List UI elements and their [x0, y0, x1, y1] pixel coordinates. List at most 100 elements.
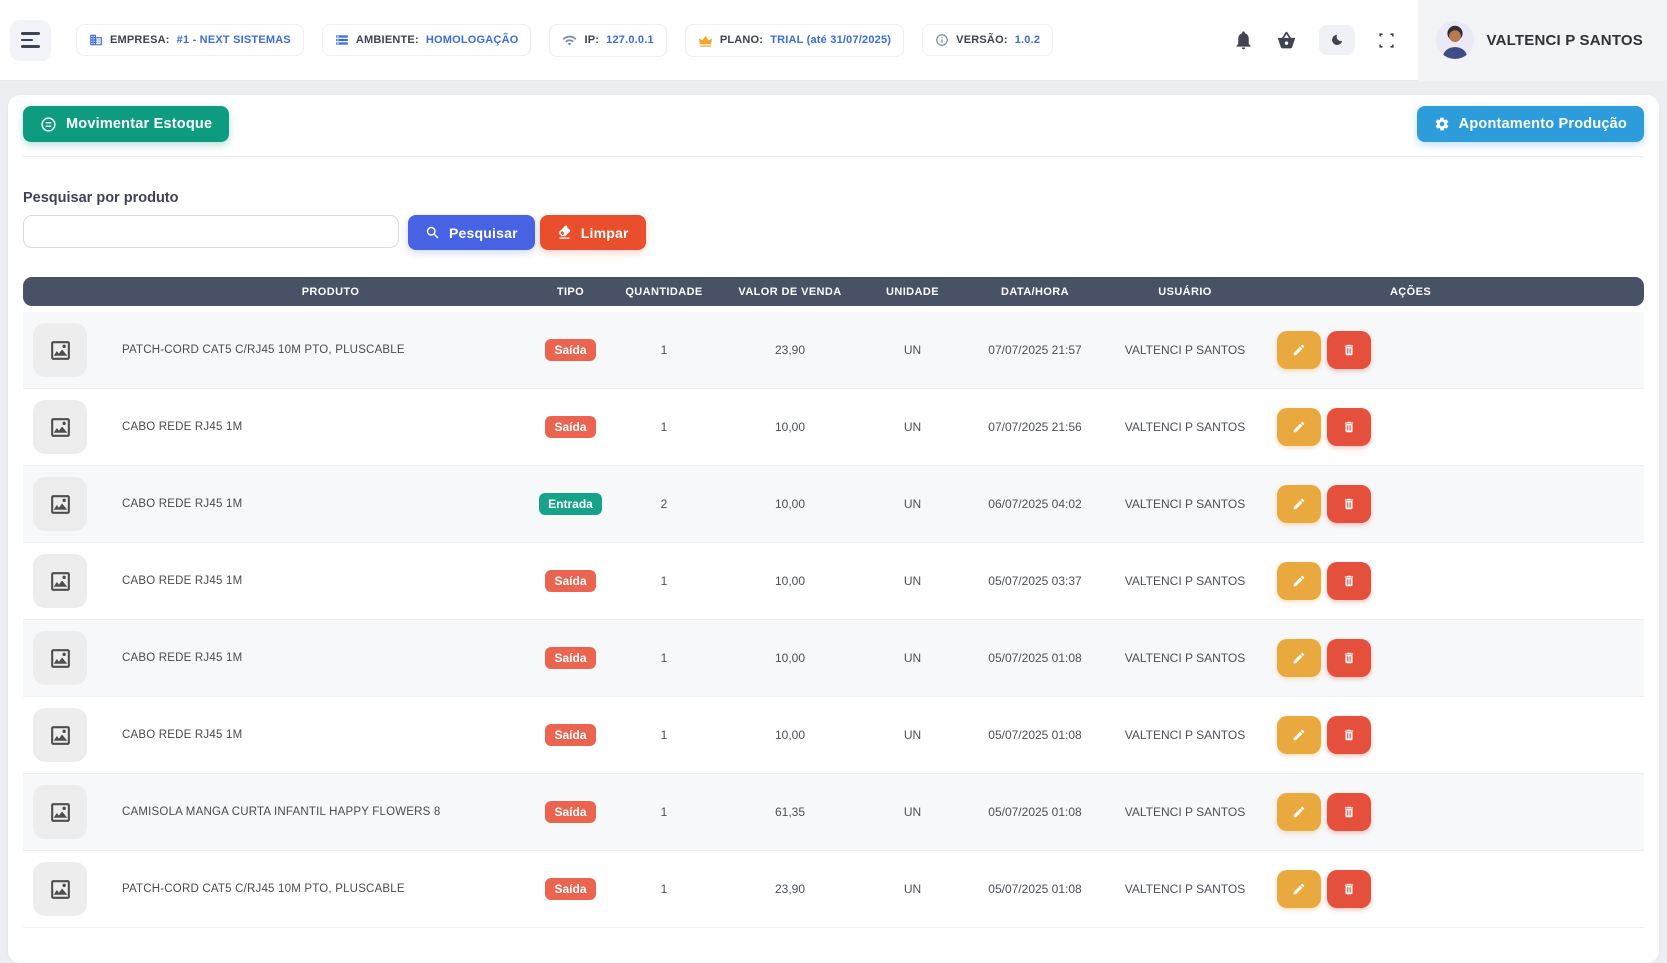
content-card: Movimentar Estoque Apontamento Produção …	[8, 95, 1659, 963]
delete-button[interactable]	[1327, 716, 1371, 754]
plan-value: TRIAL (até 31/07/2025)	[770, 34, 891, 46]
column-acoes: AÇÕES	[1265, 286, 1644, 298]
datetime-value: 07/07/2025 21:57	[965, 343, 1105, 357]
search-input[interactable]	[23, 215, 399, 248]
eraser-icon	[557, 225, 572, 240]
pencil-icon	[1292, 420, 1306, 434]
datetime-value: 07/07/2025 21:56	[965, 420, 1105, 434]
datetime-value: 05/07/2025 01:08	[965, 651, 1105, 665]
product-name: CABO REDE RJ45 1M	[122, 729, 242, 741]
version-value: 1.0.2	[1015, 34, 1040, 46]
trash-icon	[1342, 882, 1356, 896]
datetime-value: 05/07/2025 01:08	[965, 882, 1105, 896]
sale-value: 10,00	[720, 574, 860, 588]
fullscreen-icon[interactable]	[1377, 31, 1396, 50]
product-thumbnail	[33, 554, 87, 608]
product-name: CABO REDE RJ45 1M	[122, 575, 242, 587]
move-stock-button[interactable]: Movimentar Estoque	[23, 106, 229, 142]
company-label: EMPRESA:	[110, 34, 170, 46]
gear-icon	[1434, 116, 1450, 132]
user-name: VALTENCI P SANTOS	[1487, 32, 1643, 49]
image-placeholder-icon	[48, 646, 73, 671]
basket-icon[interactable]	[1276, 30, 1297, 51]
table-row: CABO REDE RJ45 1M Entrada 2 10,00 UN 06/…	[23, 466, 1644, 543]
user-value: VALTENCI P SANTOS	[1105, 882, 1265, 896]
image-placeholder-icon	[48, 800, 73, 825]
company-icon	[89, 33, 103, 47]
unit-value: UN	[860, 882, 965, 896]
delete-button[interactable]	[1327, 639, 1371, 677]
product-thumbnail	[33, 477, 87, 531]
clear-button[interactable]: Limpar	[540, 215, 646, 250]
image-placeholder-icon	[48, 877, 73, 902]
stock-movements-table: PRODUTO TIPO QUANTIDADE VALOR DE VENDA U…	[23, 277, 1644, 928]
edit-button[interactable]	[1277, 331, 1321, 369]
sale-value: 10,00	[720, 728, 860, 742]
column-tipo: TIPO	[533, 286, 608, 298]
edit-button[interactable]	[1277, 408, 1321, 446]
move-stock-icon	[40, 116, 57, 133]
unit-value: UN	[860, 651, 965, 665]
pencil-icon	[1292, 574, 1306, 588]
delete-button[interactable]	[1327, 793, 1371, 831]
menu-icon[interactable]	[10, 20, 51, 61]
delete-button[interactable]	[1327, 562, 1371, 600]
product-name: CABO REDE RJ45 1M	[122, 652, 242, 664]
type-badge: Saída	[545, 416, 595, 438]
image-placeholder-icon	[48, 569, 73, 594]
quantity-value: 1	[608, 574, 720, 588]
quantity-value: 1	[608, 728, 720, 742]
table-row: CAMISOLA MANGA CURTA INFANTIL HAPPY FLOW…	[23, 774, 1644, 851]
unit-value: UN	[860, 728, 965, 742]
user-value: VALTENCI P SANTOS	[1105, 728, 1265, 742]
delete-button[interactable]	[1327, 331, 1371, 369]
user-menu[interactable]: VALTENCI P SANTOS	[1418, 0, 1667, 81]
edit-button[interactable]	[1277, 793, 1321, 831]
delete-button[interactable]	[1327, 485, 1371, 523]
column-data-hora: DATA/HORA	[965, 286, 1105, 298]
info-icon	[935, 33, 949, 47]
product-thumbnail	[33, 862, 87, 916]
edit-button[interactable]	[1277, 562, 1321, 600]
pencil-icon	[1292, 728, 1306, 742]
type-badge: Saída	[545, 570, 595, 592]
notifications-bell-icon[interactable]	[1233, 30, 1254, 51]
delete-button[interactable]	[1327, 870, 1371, 908]
edit-button[interactable]	[1277, 639, 1321, 677]
datetime-value: 05/07/2025 03:37	[965, 574, 1105, 588]
unit-value: UN	[860, 420, 965, 434]
column-quantidade: QUANTIDADE	[608, 286, 720, 298]
quantity-value: 1	[608, 805, 720, 819]
pencil-icon	[1292, 651, 1306, 665]
company-value: #1 - NEXT SISTEMAS	[177, 34, 291, 46]
delete-button[interactable]	[1327, 408, 1371, 446]
avatar	[1436, 21, 1474, 59]
sale-value: 10,00	[720, 420, 860, 434]
image-placeholder-icon	[48, 415, 73, 440]
ip-label: IP:	[584, 34, 599, 46]
trash-icon	[1342, 420, 1356, 434]
column-unidade: UNIDADE	[860, 286, 965, 298]
product-thumbnail	[33, 631, 87, 685]
top-bar: EMPRESA: #1 - NEXT SISTEMAS AMBIENTE: HO…	[0, 0, 1667, 81]
edit-button[interactable]	[1277, 870, 1321, 908]
search-button[interactable]: Pesquisar	[408, 215, 535, 250]
user-value: VALTENCI P SANTOS	[1105, 651, 1265, 665]
table-row: CABO REDE RJ45 1M Saída 1 10,00 UN 05/07…	[23, 620, 1644, 697]
trash-icon	[1342, 651, 1356, 665]
user-value: VALTENCI P SANTOS	[1105, 574, 1265, 588]
edit-button[interactable]	[1277, 485, 1321, 523]
dark-mode-moon-icon[interactable]	[1319, 25, 1355, 55]
quantity-value: 1	[608, 343, 720, 357]
crown-icon	[698, 33, 713, 48]
user-value: VALTENCI P SANTOS	[1105, 497, 1265, 511]
company-chip: EMPRESA: #1 - NEXT SISTEMAS	[76, 24, 304, 56]
product-thumbnail	[33, 785, 87, 839]
table-row: CABO REDE RJ45 1M Saída 1 10,00 UN 05/07…	[23, 543, 1644, 620]
table-row: PATCH-CORD CAT5 C/RJ45 10M PTO, PLUSCABL…	[23, 312, 1644, 389]
pencil-icon	[1292, 343, 1306, 357]
pencil-icon	[1292, 497, 1306, 511]
edit-button[interactable]	[1277, 716, 1321, 754]
trash-icon	[1342, 805, 1356, 819]
production-report-button[interactable]: Apontamento Produção	[1417, 106, 1644, 142]
